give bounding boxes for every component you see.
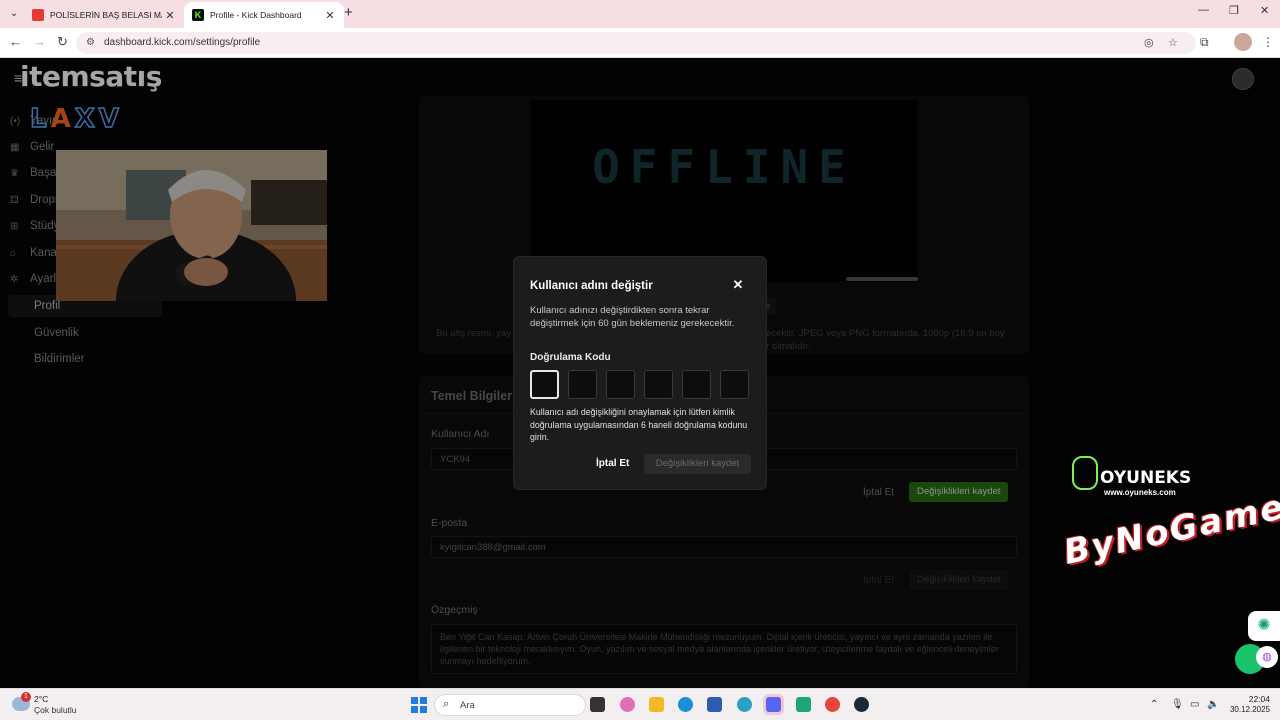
store-icon[interactable] [707,697,722,712]
profile-avatar[interactable] [1234,33,1252,51]
discord-icon[interactable] [766,697,781,712]
change-username-modal: Kullanıcı adını değiştir ✕ Kullanıcı adı… [513,256,767,490]
weather-condition: Çok bulutlu [34,705,77,715]
steam-icon[interactable] [854,697,869,712]
modal-description: Kullanıcı adınızı değiştirdikten sonra t… [530,305,735,329]
forward-icon[interactable]: → [33,34,46,49]
chrome-icon[interactable] [825,697,840,712]
search-placeholder: Ara [460,700,475,711]
tab-title: Profile - Kick Dashboard [210,10,302,20]
modal-cancel-button[interactable]: İptal Et [596,458,629,469]
taskbar-search[interactable]: ⌕ Ara [434,694,586,716]
microphone-icon[interactable]: 🎙 [1171,699,1184,710]
copilot-icon[interactable] [620,697,635,712]
close-tab-icon[interactable]: ✕ [162,9,178,22]
extensions-icon[interactable]: ⧉ [1200,35,1209,50]
modal-help-text: Kullanıcı adı değişikliğini onaylamak iç… [530,407,748,442]
modal-save-button[interactable]: Değişiklikleri kaydet [644,454,751,474]
eye-off-icon[interactable]: ◎ [1144,36,1154,49]
code-digit-4[interactable] [644,370,673,399]
modal-title: Kullanıcı adını değiştir [530,280,653,292]
address-bar-row: ← → ↻ ⚙ dashboard.kick.com/settings/prof… [0,28,1280,58]
url-text: dashboard.kick.com/settings/profile [104,37,261,48]
new-tab-button[interactable]: + [344,4,353,21]
close-icon[interactable]: ✕ [730,277,746,293]
bookmark-star-icon[interactable]: ☆ [1168,36,1178,49]
edge-icon[interactable] [678,697,693,712]
clock-time[interactable]: 22:04 [1230,694,1270,704]
oyuneks-mascot-icon [1072,456,1098,490]
oyuneks-url: www.oyuneks.com [1104,488,1176,497]
verification-code-label: Doğrulama Kodu [530,352,611,363]
youtube-icon [32,9,44,21]
url-field[interactable]: ⚙ dashboard.kick.com/settings/profile ◎ … [76,32,1196,54]
assistant-float-icon[interactable]: ◍ [1256,646,1278,668]
close-tab-icon[interactable]: ✕ [322,9,338,22]
tab-title: POLİSLERİN BAŞ BELASI MAHMU [50,10,162,20]
back-icon[interactable]: ← [9,34,22,49]
settings-app-icon[interactable] [737,697,752,712]
windows-start-icon[interactable] [411,697,427,713]
display-icon[interactable]: ▭ [1190,699,1199,710]
code-digit-5[interactable] [682,370,711,399]
temperature: 2°C [34,694,49,704]
notification-badge: 1 [21,692,31,702]
search-icon: ⌕ [443,698,450,710]
menu-icon[interactable]: ⋮ [1262,35,1274,49]
windows-taskbar: 1 2°C Çok bulutlu ⌕ Ara ⌃ 🎙 ▭ 🔈 22:04 30… [0,688,1280,720]
code-digit-3[interactable] [606,370,635,399]
code-digit-6[interactable] [720,370,749,399]
code-digit-2[interactable] [568,370,597,399]
reload-icon[interactable]: ↻ [57,34,68,50]
tab-list-dropdown-icon[interactable]: ⌄ [6,6,22,22]
restore-icon[interactable]: ❐ [1229,4,1239,17]
clock-date[interactable]: 30.12.2025 [1228,705,1270,714]
task-view-icon[interactable] [590,697,605,712]
oyuneks-brand: OYUNEKS [1100,468,1192,488]
kick-icon: K [192,9,204,21]
chatgpt-float-icon[interactable]: ✺ [1248,611,1280,641]
browser-tab-youtube[interactable]: POLİSLERİN BAŞ BELASI MAHMU ✕ [24,2,184,28]
minimize-icon[interactable]: — [1198,4,1209,16]
volume-icon[interactable]: 🔈 [1207,699,1219,710]
kick-app-icon[interactable] [796,697,811,712]
tray-chevron-icon[interactable]: ⌃ [1150,699,1158,710]
file-explorer-icon[interactable] [649,697,664,712]
code-digit-1[interactable] [530,370,559,399]
close-window-icon[interactable]: ✕ [1260,4,1269,17]
site-info-icon[interactable]: ⚙ [86,37,95,48]
browser-tab-kick[interactable]: K Profile - Kick Dashboard ✕ [184,2,344,28]
browser-tab-bar: ⌄ POLİSLERİN BAŞ BELASI MAHMU ✕ K Profil… [0,0,1280,28]
